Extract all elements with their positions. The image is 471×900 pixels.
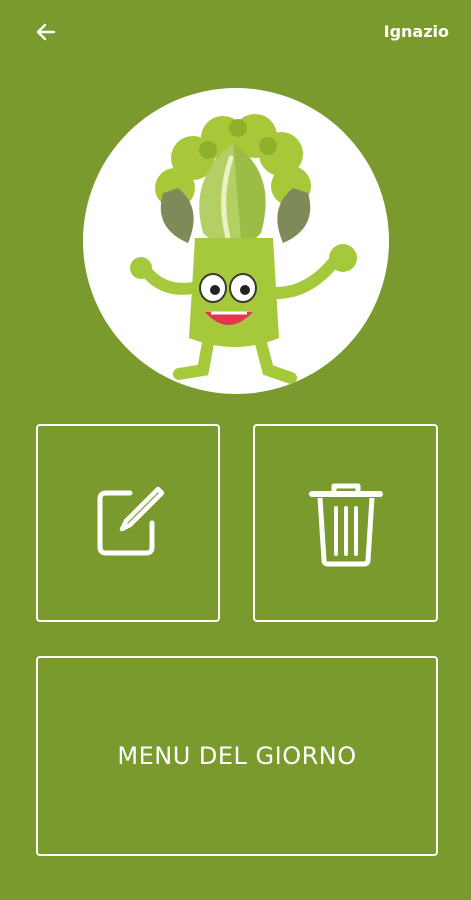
- top-bar: Ignazio: [0, 0, 471, 64]
- avatar: [83, 88, 389, 394]
- back-button[interactable]: [30, 18, 62, 46]
- trash-icon: [308, 483, 383, 567]
- broccoli-mascot-illustration: [130, 114, 357, 384]
- edit-icon: [97, 486, 165, 556]
- menu-del-giorno-button[interactable]: MENU DEL GIORNO: [36, 656, 438, 856]
- delete-button[interactable]: [253, 424, 438, 622]
- menu-del-giorno-label: MENU DEL GIORNO: [117, 742, 357, 770]
- edit-button[interactable]: [36, 424, 220, 622]
- arrow-left-icon: [36, 23, 56, 41]
- user-name[interactable]: Ignazio: [384, 22, 449, 41]
